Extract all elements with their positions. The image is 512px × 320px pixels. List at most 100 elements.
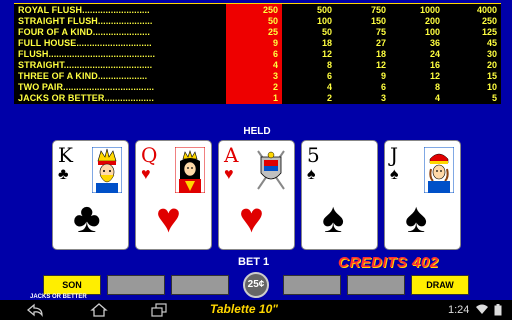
payout-value: 100 (424, 27, 440, 37)
held-label: HELD (243, 126, 271, 137)
payout-value: 6 (380, 82, 386, 92)
hold-button-2[interactable] (171, 275, 229, 295)
jack-face-icon (424, 147, 454, 193)
paytable-column-3: 750 150 75 27 18 12 9 6 3 (338, 4, 390, 104)
android-nav-bar: Tablette 10" 1:24 (0, 300, 512, 320)
card-3[interactable]: A ♥ ♥ (218, 140, 295, 250)
paytable-hand-names: ROYAL FLUSH.......................... ST… (14, 4, 226, 104)
draw-button[interactable]: DRAW (411, 275, 469, 295)
paytable-column-5: 4000 250 125 45 30 20 15 10 5 (446, 4, 501, 104)
sound-button[interactable]: SON (43, 275, 101, 295)
hand-straight-flush: STRAIGHT FLUSH..................... (18, 16, 153, 26)
queen-face-icon (175, 147, 205, 193)
payout-value: 50 (321, 27, 332, 37)
payout-value: 500 (316, 5, 332, 15)
payout-value: 9 (380, 71, 386, 81)
card-rank: Q (141, 143, 158, 167)
payout-value: 1 (272, 93, 278, 103)
payout-value: 24 (429, 49, 440, 59)
payout-value: 250 (481, 16, 497, 26)
battery-icon (494, 304, 502, 316)
payout-value: 150 (370, 16, 386, 26)
payout-value: 2 (272, 82, 278, 92)
payout-value: 18 (375, 49, 386, 59)
paytable-column-1: 250 50 25 9 6 4 3 2 1 (226, 4, 282, 104)
payout-value: 12 (429, 71, 440, 81)
payout-value: 75 (375, 27, 386, 37)
payout-value: 9 (272, 38, 278, 48)
payout-value: 3 (272, 71, 278, 81)
card-rank: K (58, 143, 73, 167)
payout-value: 6 (326, 71, 332, 81)
tablet-label: Tablette 10" (210, 302, 278, 316)
payout-value: 8 (326, 60, 332, 70)
clock: 1:24 (448, 304, 470, 316)
spade-suit-icon: ♠ (307, 166, 316, 183)
card-2[interactable]: Q ♥ ♥ (135, 140, 212, 250)
hand-royal-flush: ROYAL FLUSH.......................... (18, 5, 150, 15)
heart-suit-icon: ♥ (224, 166, 234, 183)
payout-value: 2 (326, 93, 332, 103)
payout-value: 3 (380, 93, 386, 103)
bet-label: BET 1 (238, 256, 270, 268)
hand-four-of-a-kind: FOUR OF A KIND...................... (18, 27, 150, 37)
hand-two-pair: TWO PAIR................................… (18, 82, 155, 92)
payout-value: 10 (486, 82, 497, 92)
coin-denomination-button[interactable]: 25¢ (243, 272, 269, 298)
ace-crest-icon (257, 150, 285, 190)
payout-value: 12 (321, 49, 332, 59)
payout-value: 25 (267, 27, 278, 37)
card-rank: A (224, 143, 239, 167)
payout-value: 100 (316, 16, 332, 26)
heart-suit-icon: ♥ (141, 166, 151, 183)
payout-value: 250 (262, 5, 278, 15)
payout-value: 27 (375, 38, 386, 48)
payout-value: 4000 (476, 5, 497, 15)
payout-value: 16 (429, 60, 440, 70)
payout-value: 8 (434, 82, 440, 92)
payout-value: 125 (481, 27, 497, 37)
payout-value: 50 (267, 16, 278, 26)
king-face-icon (92, 147, 122, 193)
payout-value: 36 (429, 38, 440, 48)
payout-value: 4 (326, 82, 332, 92)
back-icon[interactable] (26, 303, 44, 317)
spade-suit-icon: ♠ (390, 166, 399, 183)
payout-value: 200 (424, 16, 440, 26)
recent-apps-icon[interactable] (150, 303, 168, 317)
hold-button-4[interactable] (347, 275, 405, 295)
home-icon[interactable] (90, 303, 108, 317)
payout-value: 5 (491, 93, 497, 103)
heart-large-icon: ♥ (239, 194, 264, 241)
payout-value: 45 (486, 38, 497, 48)
spade-large-icon: ♠ (405, 194, 428, 241)
hand-straight: STRAIGHT................................… (18, 60, 153, 70)
hold-button-3[interactable] (283, 275, 341, 295)
payout-value: 30 (486, 49, 497, 59)
payout-value: 12 (375, 60, 386, 70)
payout-value: 4 (272, 60, 278, 70)
payout-value: 20 (486, 60, 497, 70)
heart-large-icon: ♥ (156, 194, 181, 241)
card-4[interactable]: 5 ♠ ♠ (301, 140, 378, 250)
club-suit-icon: ♣ (58, 166, 69, 183)
hand-full-house: FULL HOUSE............................. (18, 38, 152, 48)
paytable-column-4: 1000 200 100 36 24 16 12 8 4 (392, 4, 444, 104)
paytable: ROYAL FLUSH.......................... ST… (14, 3, 501, 104)
card-rank: J (390, 143, 399, 167)
payout-value: 4 (434, 93, 440, 103)
payout-value: 1000 (419, 5, 440, 15)
hand-three-of-a-kind: THREE OF A KIND................... (18, 71, 148, 81)
payout-value: 6 (272, 49, 278, 59)
card-5[interactable]: J ♠ ♠ (384, 140, 461, 250)
club-large-icon: ♣ (73, 194, 101, 241)
payout-value: 15 (486, 71, 497, 81)
card-rank: 5 (307, 143, 320, 167)
spade-large-icon: ♠ (322, 194, 345, 241)
credits-display: CREDITS 402 (338, 254, 439, 271)
payout-value: 18 (321, 38, 332, 48)
paytable-column-2: 500 100 50 18 12 8 6 4 2 (284, 4, 336, 104)
hand-jacks-or-better: JACKS OR BETTER................... (18, 93, 154, 103)
hold-button-1[interactable] (107, 275, 165, 295)
card-1[interactable]: K ♣ ♣ (52, 140, 129, 250)
